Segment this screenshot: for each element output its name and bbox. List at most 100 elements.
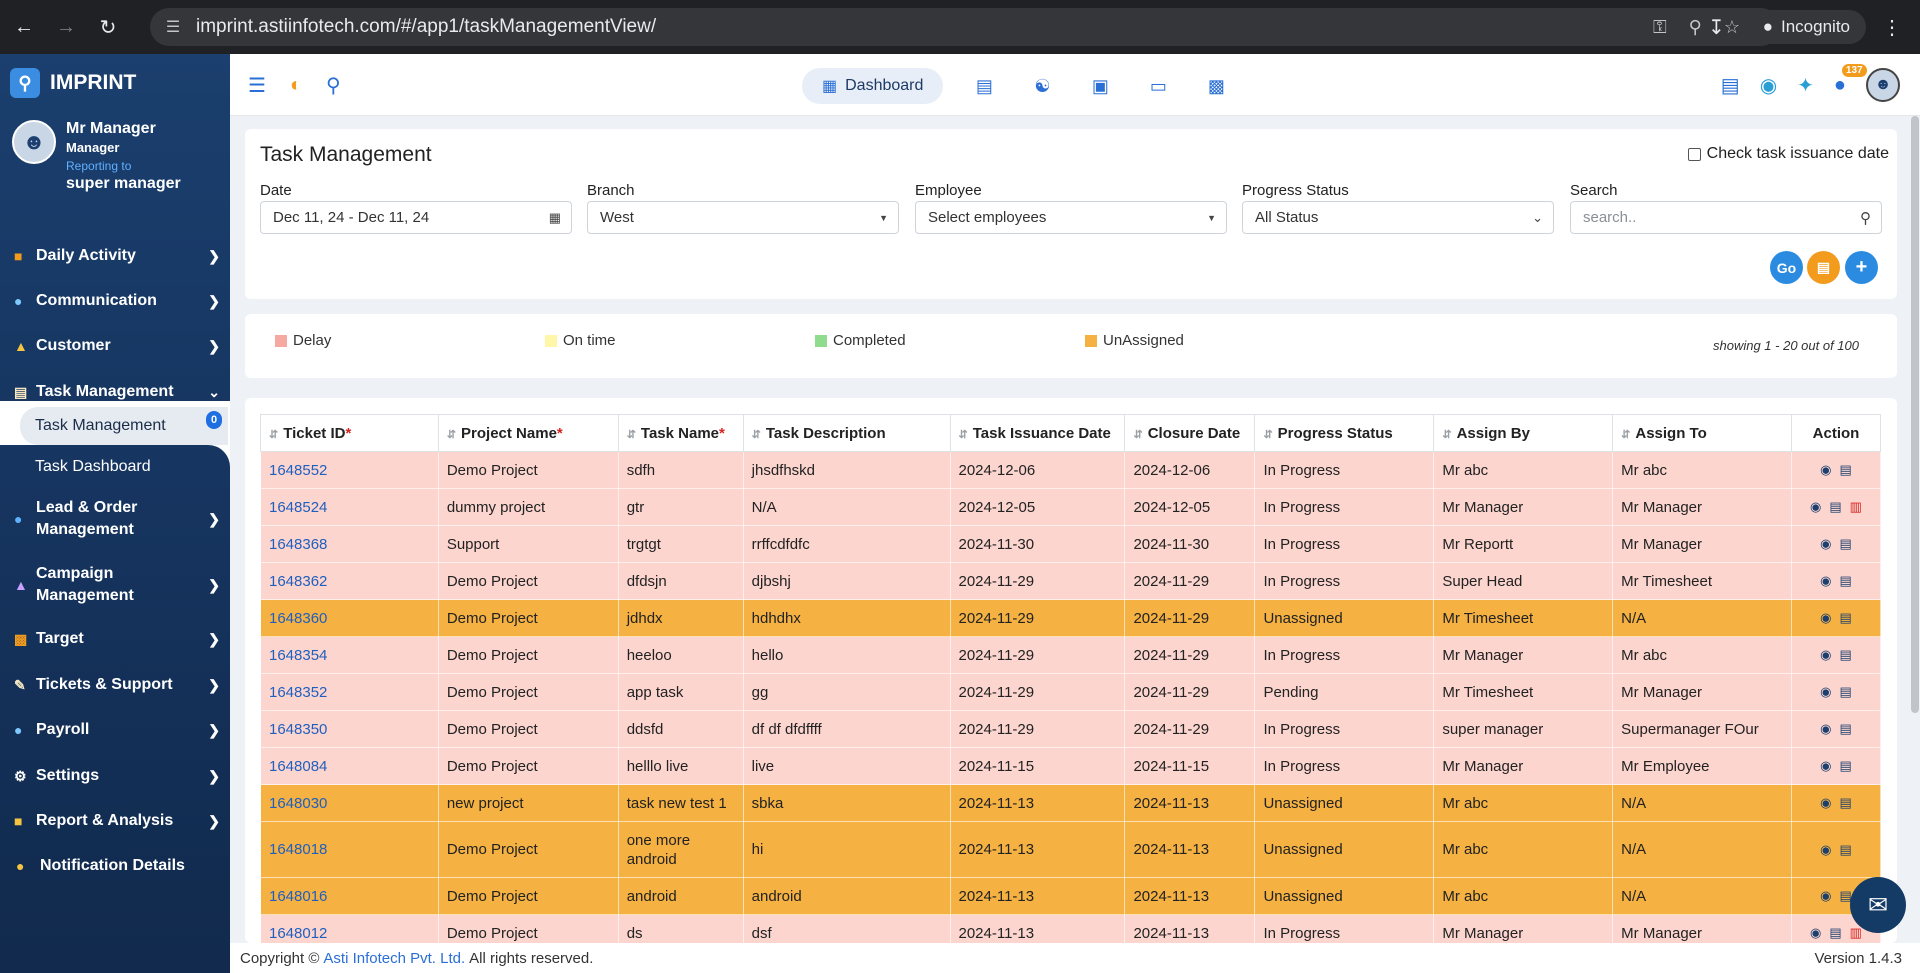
- details-list-icon[interactable]: ▤: [1840, 795, 1852, 810]
- table-row[interactable]: 1648362 Demo Project dfdsjn djbshj 2024-11-2…: [260, 562, 1881, 600]
- ticket-id-cell[interactable]: 1648350: [260, 710, 439, 748]
- view-eye-icon[interactable]: ◉: [1820, 721, 1831, 736]
- download-icon[interactable]: ↧: [1708, 15, 1725, 40]
- view-eye-icon[interactable]: ◉: [1820, 573, 1831, 588]
- details-list-icon[interactable]: ▤: [1840, 610, 1852, 625]
- details-list-icon[interactable]: ▤: [1829, 499, 1841, 514]
- sidebar-item-tickets[interactable]: ✎ Tickets & Support ❯: [0, 667, 230, 703]
- ticket-id-cell[interactable]: 1648552: [260, 451, 439, 489]
- check-issuance-checkbox[interactable]: [1687, 147, 1701, 161]
- view-eye-icon[interactable]: ◉: [1820, 888, 1831, 903]
- view-eye-icon[interactable]: ◉: [1820, 758, 1831, 773]
- dashboard-button[interactable]: ▦ Dashboard: [802, 68, 944, 104]
- add-task-button[interactable]: +: [1845, 251, 1878, 284]
- url-text[interactable]: imprint.astiinfotech.com/#/app1/taskMana…: [196, 16, 656, 38]
- table-row[interactable]: 1648018 Demo Project one more android hi 202…: [260, 821, 1881, 878]
- ticket-id-cell[interactable]: 1648354: [260, 636, 439, 674]
- table-row[interactable]: 1648084 Demo Project helllo live live 2024-1…: [260, 747, 1881, 785]
- ticket-nav-icon[interactable]: ▩: [1199, 76, 1233, 97]
- ticket-id-cell[interactable]: 1648084: [260, 747, 439, 785]
- view-eye-icon[interactable]: ◉: [1820, 795, 1831, 810]
- details-list-icon[interactable]: ▤: [1840, 758, 1852, 773]
- notification-bell-icon[interactable]: ● 137: [1834, 63, 1867, 97]
- ticket-id-cell[interactable]: 1648012: [260, 914, 439, 943]
- ticket-id-cell[interactable]: 1648352: [260, 673, 439, 711]
- sidebar-item-daily-activity[interactable]: ■ Daily Activity ❯: [0, 238, 230, 274]
- sidebar-item-lead-order[interactable]: ● Lead & Order Management ❯: [0, 496, 230, 542]
- user-avatar[interactable]: ☻: [1866, 68, 1900, 102]
- calendar-icon[interactable]: ▦: [549, 210, 561, 226]
- column-header[interactable]: ⇵ Assign By: [1433, 414, 1614, 452]
- submenu-item-task-management[interactable]: Task Management: [20, 407, 228, 445]
- sidebar-item-communication[interactable]: ● Communication ❯: [0, 283, 230, 319]
- table-row[interactable]: 1648354 Demo Project heeloo hello 2024-11-29…: [260, 636, 1881, 674]
- view-eye-icon[interactable]: ◉: [1820, 684, 1831, 699]
- site-settings-icon[interactable]: ☰: [158, 17, 188, 37]
- team-nav-icon[interactable]: ☯: [1025, 76, 1059, 97]
- submenu-item-task-dashboard[interactable]: Task Dashboard: [0, 445, 230, 489]
- inbox-nav-icon[interactable]: ▭: [1141, 76, 1175, 97]
- delete-icon[interactable]: ▥: [1850, 499, 1862, 514]
- table-row[interactable]: 1648360 Demo Project jdhdx hdhdhx 2024-11-29…: [260, 599, 1881, 637]
- sidebar-item-customer[interactable]: ▲ Customer ❯: [0, 328, 230, 364]
- column-header[interactable]: ⇵ Ticket ID*: [260, 414, 439, 452]
- employee-select[interactable]: Select employees ▼: [915, 201, 1227, 234]
- column-header[interactable]: ⇵ Progress Status: [1254, 414, 1435, 452]
- chat-support-button[interactable]: ✉: [1850, 877, 1906, 933]
- column-header[interactable]: ⇵ Task Name*: [617, 414, 744, 452]
- ticket-id-cell[interactable]: 1648524: [260, 488, 439, 526]
- forward-icon[interactable]: →: [48, 9, 84, 45]
- table-row[interactable]: 1648012 Demo Project ds dsf 2024-11-13 2024-1…: [260, 914, 1881, 943]
- search-icon[interactable]: ⚲: [1860, 209, 1871, 227]
- search-icon[interactable]: ⚲: [326, 73, 341, 98]
- address-bar[interactable]: ☰ imprint.astiinfotech.com/#/app1/taskMa…: [150, 8, 1780, 46]
- page-scrollbar[interactable]: [1911, 116, 1919, 713]
- table-row[interactable]: 1648552 Demo Project sdfh jhsdfhskd 2024-12-…: [260, 451, 1881, 489]
- search-input[interactable]: search.. ⚲: [1570, 201, 1882, 234]
- sidebar-item-target[interactable]: ▩ Target ❯: [0, 621, 230, 657]
- column-header[interactable]: ⇵ Task Issuance Date: [949, 414, 1126, 452]
- ticket-id-cell[interactable]: 1648030: [260, 784, 439, 822]
- ticket-id-cell[interactable]: 1648016: [260, 877, 439, 915]
- back-icon[interactable]: ←: [6, 9, 42, 45]
- sidebar-item-report[interactable]: ■ Report & Analysis ❯: [0, 803, 230, 839]
- check-issuance-date[interactable]: Check task issuance date: [1687, 145, 1889, 163]
- progress-status-select[interactable]: All Status ⌄: [1242, 201, 1554, 234]
- table-row[interactable]: 1648030 new project task new test 1 sbka 202…: [260, 784, 1881, 822]
- brand[interactable]: ⚲ IMPRINT: [0, 54, 230, 112]
- view-eye-icon[interactable]: ◉: [1820, 536, 1831, 551]
- details-list-icon[interactable]: ▤: [1840, 647, 1852, 662]
- view-eye-icon[interactable]: ◉: [1820, 842, 1831, 857]
- column-header[interactable]: ⇵ Assign To: [1612, 414, 1792, 452]
- ticket-id-cell[interactable]: 1648368: [260, 525, 439, 563]
- details-list-icon[interactable]: ▤: [1840, 684, 1852, 699]
- sidebar-item-settings[interactable]: ⚙ Settings ❯: [0, 758, 230, 794]
- camera-icon[interactable]: ◉: [1760, 73, 1777, 98]
- ticket-id-cell[interactable]: 1648018: [260, 821, 439, 878]
- file-location-icon[interactable]: ▤: [1721, 73, 1740, 98]
- table-row[interactable]: 1648016 Demo Project android android 2024-11…: [260, 877, 1881, 915]
- details-list-icon[interactable]: ▤: [1840, 721, 1852, 736]
- sidebar-item-campaign[interactable]: ▲ Campaign Management ❯: [0, 562, 230, 608]
- view-eye-icon[interactable]: ◉: [1820, 647, 1831, 662]
- table-row[interactable]: 1648350 Demo Project ddsfd df df dfdffff 202…: [260, 710, 1881, 748]
- branch-select[interactable]: West ▼: [587, 201, 899, 234]
- column-header[interactable]: ⇵ Task Description: [742, 414, 951, 452]
- details-list-icon[interactable]: ▤: [1840, 462, 1852, 477]
- column-header[interactable]: ⇵ Project Name*: [437, 414, 619, 452]
- ticket-id-cell[interactable]: 1648360: [260, 599, 439, 637]
- details-list-icon[interactable]: ▤: [1840, 842, 1852, 857]
- table-row[interactable]: 1648368 Support trgtgt rrffcdfdfc 2024-11-30…: [260, 525, 1881, 563]
- view-eye-icon[interactable]: ◉: [1810, 499, 1821, 514]
- reload-icon[interactable]: ↻: [90, 9, 126, 45]
- hamburger-menu-icon[interactable]: ☰: [248, 73, 266, 98]
- details-list-icon[interactable]: ▤: [1840, 573, 1852, 588]
- sidebar-item-payroll[interactable]: ● Payroll ❯: [0, 712, 230, 748]
- color-wheel-icon[interactable]: ◐: [290, 74, 302, 97]
- export-button[interactable]: ▤: [1807, 251, 1840, 284]
- browser-menu-icon[interactable]: ⋮: [1882, 15, 1902, 40]
- column-header[interactable]: ⇵ Closure Date: [1124, 414, 1256, 452]
- date-range-input[interactable]: Dec 11, 24 - Dec 11, 24 ▦: [260, 201, 572, 234]
- details-list-icon[interactable]: ▤: [1840, 536, 1852, 551]
- table-row[interactable]: 1648524 dummy project gtr N/A 2024-12-05 2024…: [260, 488, 1881, 526]
